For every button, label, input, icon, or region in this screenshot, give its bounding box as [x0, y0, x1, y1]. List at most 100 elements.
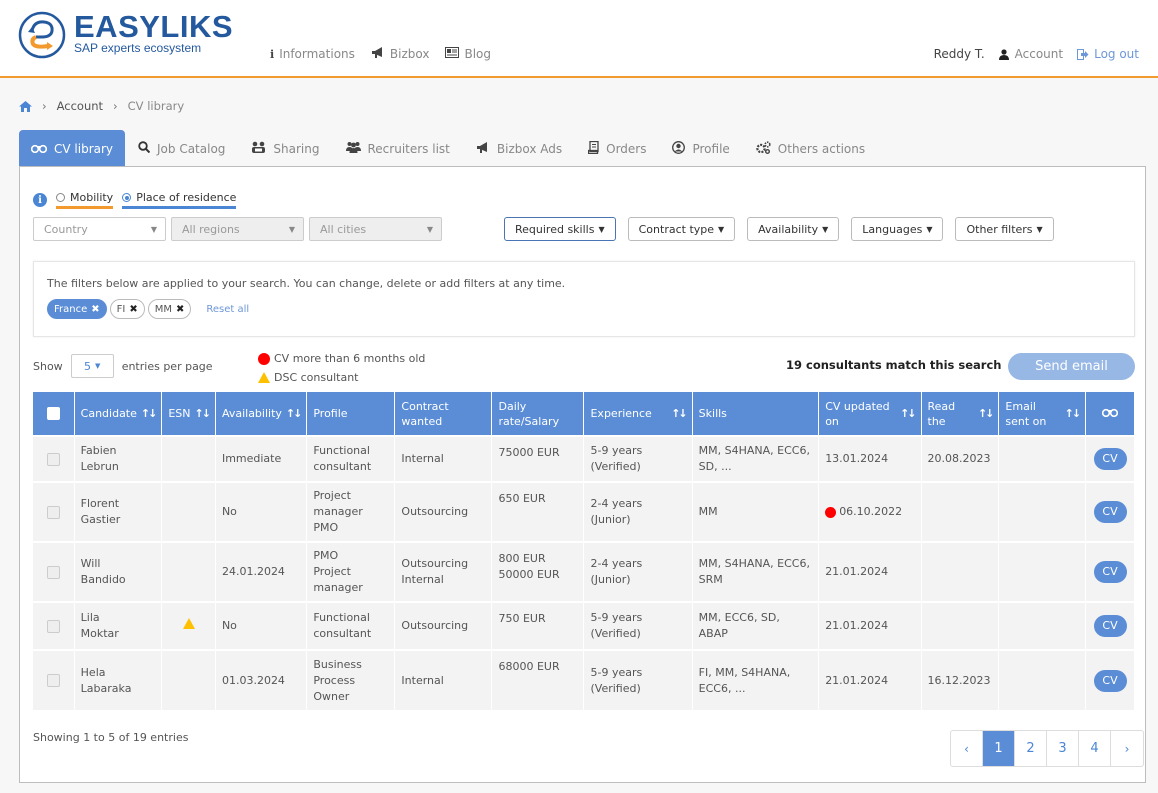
logout-link[interactable]: Log out	[1077, 47, 1139, 61]
tab-label: CV library	[54, 141, 114, 156]
row-checkbox[interactable]	[46, 674, 60, 687]
cell-esn	[161, 481, 216, 542]
radio-button[interactable]	[56, 193, 65, 202]
row-checkbox[interactable]	[46, 505, 60, 519]
remove-icon[interactable]: ✖	[176, 304, 184, 315]
tab-recruiters-list[interactable]: Recruiters list	[333, 130, 463, 167]
caret-down-icon: ▼	[426, 224, 433, 234]
table-row[interactable]: Hela Labaraka 01.03.2024 Business Process Own…	[33, 649, 1135, 710]
logo[interactable]: EASYLIKS SAP experts ecosystem	[18, 11, 233, 59]
header-esn[interactable]: ESN ↑↓	[161, 392, 216, 436]
tab-sharing[interactable]: Sharing	[238, 130, 332, 167]
tab-bizbox-ads[interactable]: Bizbox Ads	[463, 130, 575, 167]
prev-page-button[interactable]: ‹	[951, 731, 983, 766]
header-contract: Contract wanted	[394, 392, 493, 436]
other-filters-button[interactable]: Other filters ▼	[955, 217, 1054, 241]
row-checkbox[interactable]	[46, 565, 60, 579]
regions-select[interactable]: All regions ▼	[171, 217, 304, 241]
send-email-button[interactable]: Send email	[1008, 353, 1135, 380]
cell-availability: 24.01.2024	[215, 541, 308, 602]
header-cv-updated[interactable]: CV updated on ↑↓	[818, 392, 922, 436]
view-cv-button[interactable]: CV	[1093, 615, 1127, 637]
reset-all-link[interactable]: Reset all	[206, 304, 249, 315]
cell-line: SRM	[698, 573, 723, 586]
contract-type-button[interactable]: Contract type ▼	[627, 217, 736, 241]
availability-button[interactable]: Availability ▼	[747, 217, 840, 241]
header-candidate[interactable]: Candidate ↑↓	[74, 392, 163, 436]
select-all-checkbox[interactable]	[46, 407, 60, 420]
sort-icon[interactable]: ↑↓	[141, 406, 158, 421]
nav-label: Bizbox	[389, 47, 430, 61]
filter-chip-mm[interactable]: MM ✖	[147, 299, 192, 319]
tab-orders[interactable]: Orders	[575, 130, 659, 167]
radio-mobility[interactable]: Mobility	[56, 191, 114, 209]
view-cv-button[interactable]: CV	[1093, 561, 1127, 583]
sort-icon[interactable]: ↑↓	[900, 406, 917, 421]
header-read-the[interactable]: Read the ↑↓	[921, 392, 1000, 436]
sort-icon[interactable]: ↑↓	[671, 406, 688, 421]
table-row[interactable]: Will Bandido 24.01.2024 PMO Project manager Ou…	[33, 541, 1135, 602]
header-availability[interactable]: Availability ↑↓	[215, 392, 308, 436]
main-tabs: CV library Job Catalog Sharing Recruiter…	[19, 130, 878, 167]
cell-cv-updated: 06.10.2022	[818, 481, 922, 542]
table-row[interactable]: Fabien Lebrun Immediate Functional consultan…	[33, 435, 1135, 482]
entries-per-page: Show 5 ▼ entries per page	[33, 354, 213, 378]
breadcrumb-account[interactable]: Account	[57, 99, 103, 113]
view-cv-button[interactable]: CV	[1093, 501, 1127, 523]
caret-down-icon: ▼	[822, 224, 829, 234]
page-4-button[interactable]: 4	[1079, 731, 1111, 766]
sort-icon[interactable]: ↑↓	[195, 406, 212, 421]
view-cv-button[interactable]: CV	[1093, 669, 1127, 692]
header-email-sent[interactable]: Email sent on ↑↓	[998, 392, 1087, 436]
header-experience[interactable]: Experience ↑↓	[583, 392, 693, 436]
country-select[interactable]: Country ▼	[33, 217, 166, 241]
cell-line: Functional	[313, 611, 370, 624]
nav-blog[interactable]: Blog	[445, 47, 491, 61]
cell-experience: 5-9 years (Verified)	[583, 649, 693, 710]
sort-icon[interactable]: ↑↓	[978, 406, 995, 421]
radio-place-of-residence[interactable]: Place of residence	[122, 191, 237, 209]
cities-select[interactable]: All cities ▼	[309, 217, 442, 241]
cell-profile: Project manager PMO	[306, 481, 396, 542]
page-3-button[interactable]: 3	[1047, 731, 1079, 766]
filter-chip-france[interactable]: France ✖	[47, 299, 107, 319]
tab-cv-library[interactable]: CV library	[19, 130, 126, 167]
home-icon[interactable]	[19, 100, 32, 112]
cell-line: Fabien	[80, 444, 117, 457]
tab-profile[interactable]: Profile	[659, 130, 742, 167]
remove-icon[interactable]: ✖	[129, 304, 137, 315]
cell-line: 750 EUR	[498, 612, 546, 625]
per-page-select[interactable]: 5 ▼	[70, 354, 114, 378]
nav-informations[interactable]: i Informations	[270, 47, 355, 61]
remove-icon[interactable]: ✖	[91, 304, 99, 315]
table-row[interactable]: Florent Gastier No Project manager PMO Outsour…	[33, 481, 1135, 542]
cell-line: 5-9 years	[590, 444, 643, 457]
tab-others-actions[interactable]: Others actions	[743, 130, 878, 167]
sort-icon[interactable]: ↑↓	[286, 406, 303, 421]
tab-job-catalog[interactable]: Job Catalog	[125, 130, 238, 167]
table-row[interactable]: Lila Moktar No Functional consultant Outsourc…	[33, 601, 1135, 650]
cell-line: SD, ...	[698, 460, 732, 473]
next-page-button[interactable]: ›	[1111, 731, 1143, 766]
filter-chip-fi[interactable]: FI ✖	[109, 299, 145, 319]
row-checkbox[interactable]	[46, 452, 60, 466]
nav-bizbox[interactable]: Bizbox	[371, 47, 430, 61]
view-cv-button[interactable]: CV	[1093, 448, 1127, 470]
header-skills: Skills	[692, 392, 820, 436]
cell-esn	[161, 435, 216, 482]
radio-button-selected[interactable]	[122, 193, 132, 202]
cv-updated-date: 21.01.2024	[825, 673, 889, 687]
required-skills-button[interactable]: Required skills ▼	[504, 217, 616, 241]
info-icon[interactable]: i	[33, 193, 47, 207]
row-checkbox[interactable]	[46, 619, 60, 633]
sort-icon[interactable]: ↑↓	[1065, 406, 1082, 421]
page-1-button[interactable]: 1	[983, 731, 1015, 766]
page-2-button[interactable]: 2	[1015, 731, 1047, 766]
header-label: Contract wanted	[401, 399, 449, 428]
cell-line: Process	[313, 673, 356, 687]
red-dot-icon	[258, 352, 270, 365]
languages-button[interactable]: Languages ▼	[851, 217, 944, 241]
cell-read	[921, 481, 1000, 542]
account-link[interactable]: Account	[998, 47, 1063, 61]
cell-line: (Verified)	[590, 681, 641, 695]
